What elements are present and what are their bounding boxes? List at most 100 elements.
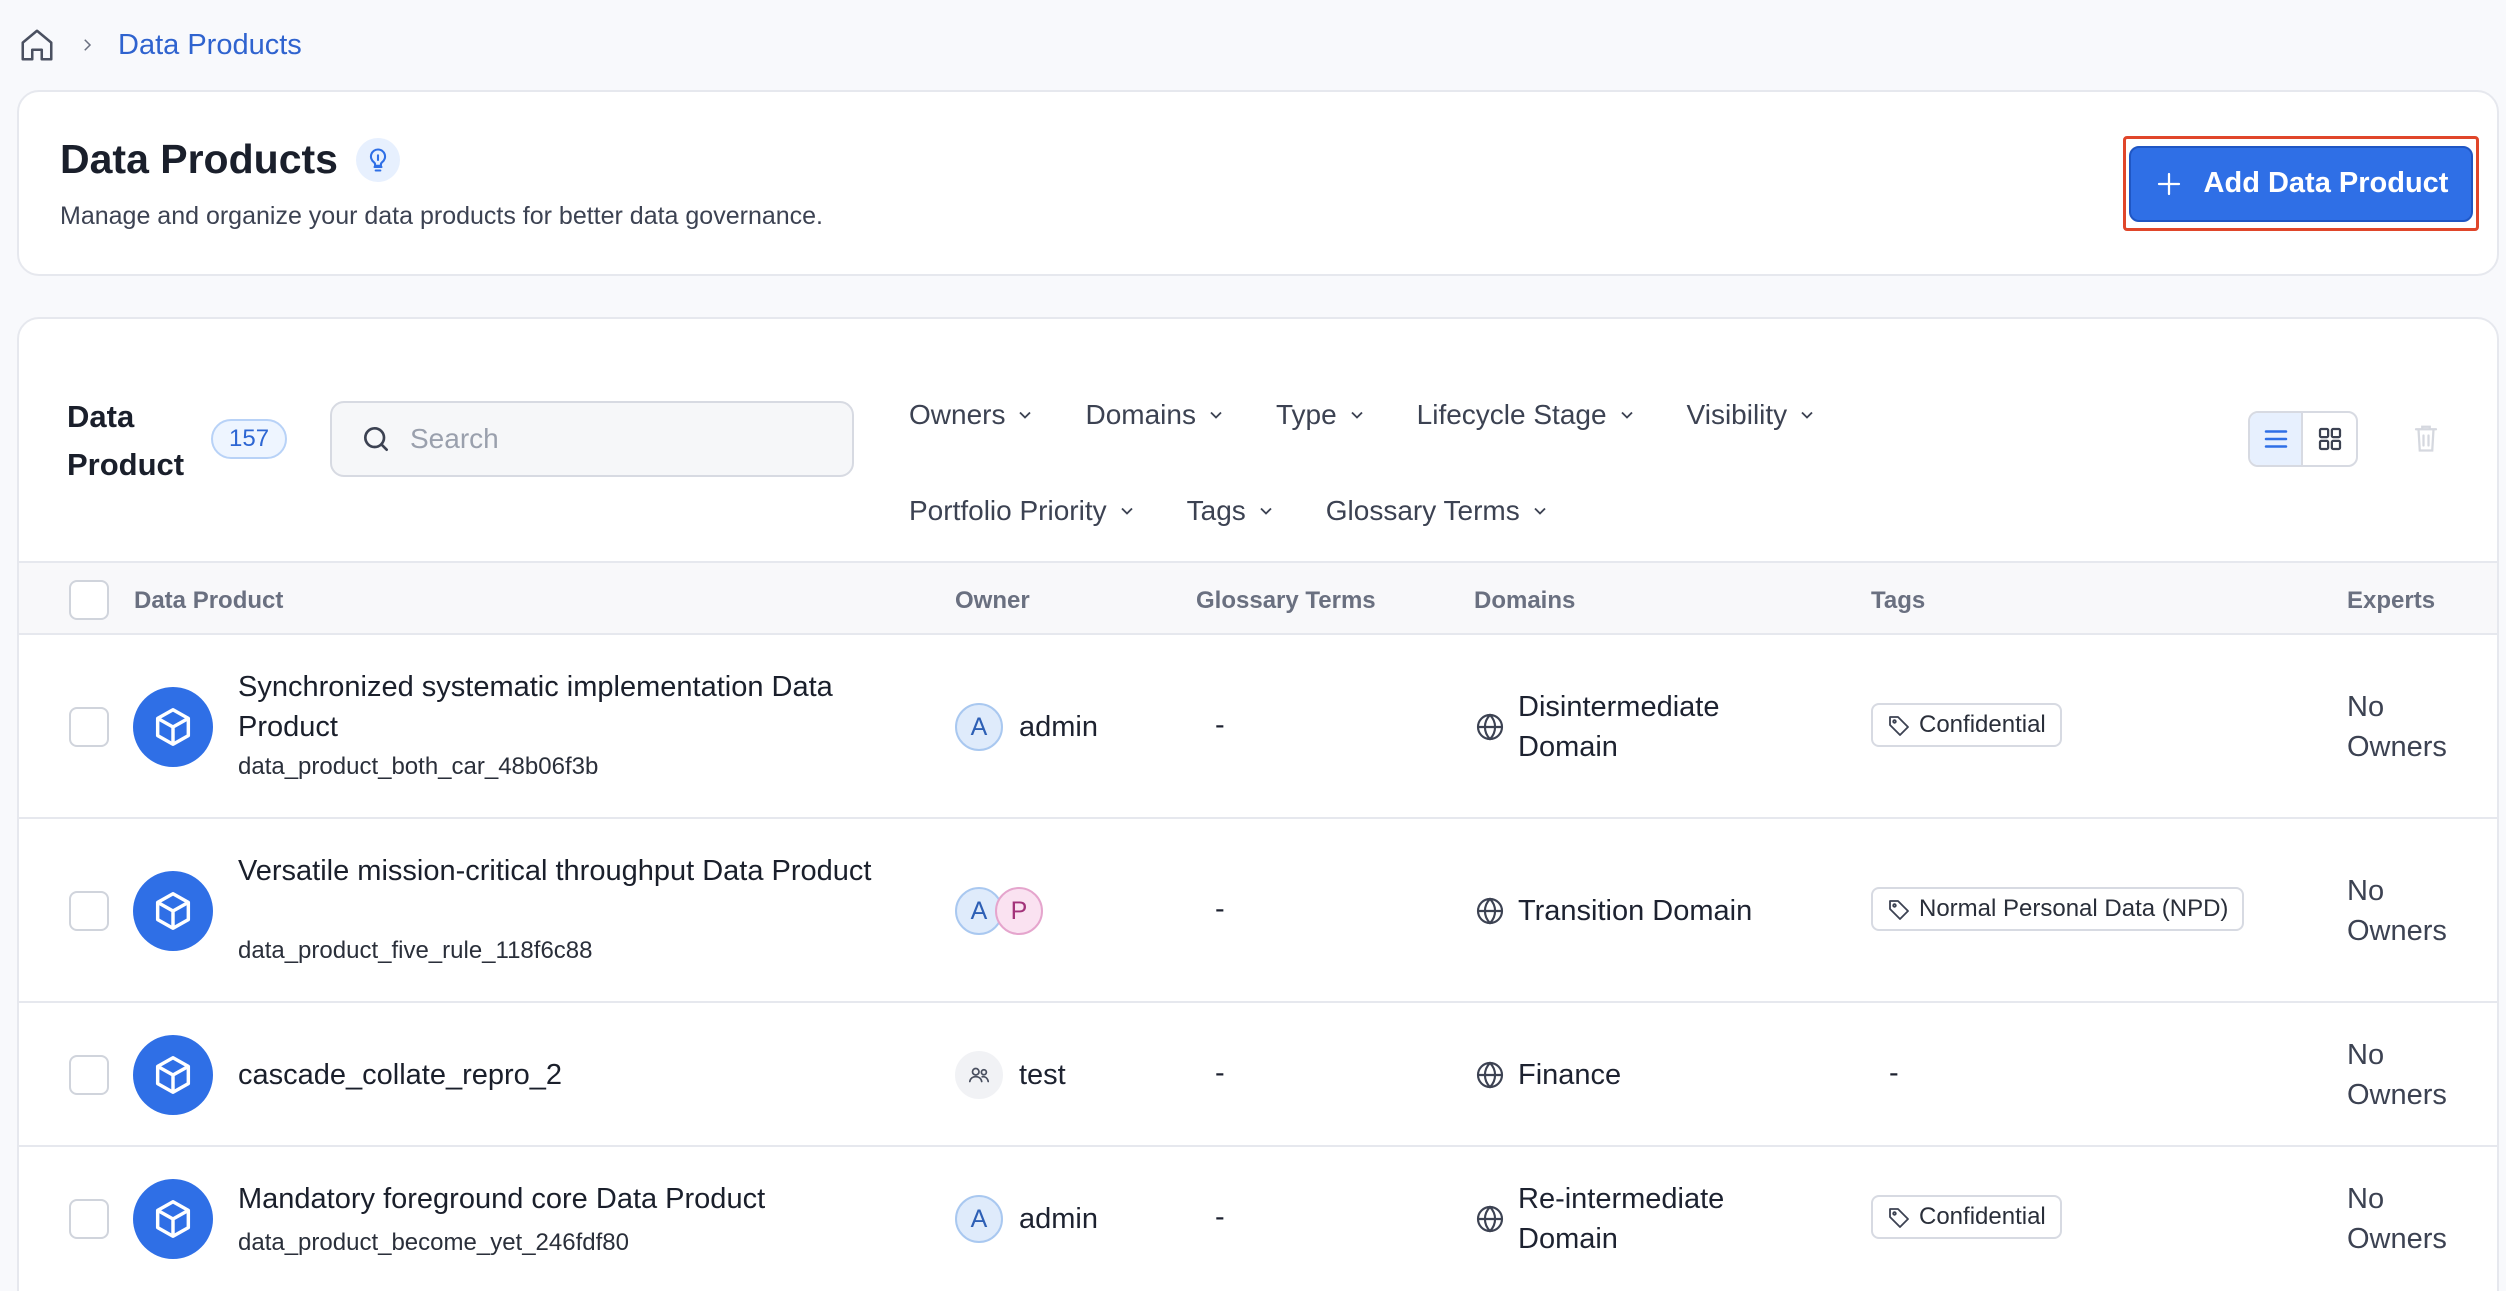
grid-view-icon[interactable] (2303, 413, 2356, 465)
chevron-down-icon (1210, 411, 1222, 419)
filter-type[interactable]: Type (1276, 399, 1367, 431)
add-data-product-button[interactable]: Add Data Product (2129, 145, 2473, 222)
data-product-name[interactable]: Synchronized systematic implementation D… (238, 667, 878, 747)
domain-name[interactable]: Disintermediate Domain (1518, 687, 1738, 767)
globe-icon (1474, 1203, 1506, 1235)
select-all-checkbox[interactable] (69, 580, 109, 620)
toolbar: Data Product 157 Owners Domains Type Lif… (19, 319, 2497, 561)
entity-label: Data Product (67, 399, 185, 482)
data-product-name[interactable]: Mandatory foreground core Data Product (238, 1179, 878, 1219)
filter-owners[interactable]: Owners (909, 399, 1035, 431)
chevron-down-icon (1620, 411, 1633, 419)
domain-cell: Transition Domain (1474, 891, 1752, 931)
filter-tags[interactable]: Tags (1187, 495, 1276, 527)
filter-portfolio-priority[interactable]: Portfolio Priority (909, 495, 1137, 527)
chevron-down-icon (1351, 411, 1363, 419)
filter-domains[interactable]: Domains (1085, 399, 1225, 431)
breadcrumb-data-products[interactable]: Data Products (118, 29, 302, 62)
owner-cell: A admin (955, 1195, 1098, 1243)
data-product-icon (133, 687, 213, 767)
tag-label: Confidential (1919, 711, 2046, 738)
domain-name[interactable]: Re-intermediate Domain (1518, 1179, 1758, 1259)
view-toggle (2248, 411, 2358, 467)
experts-value: No Owners (2347, 1039, 2447, 1111)
filter-visibility[interactable]: Visibility (1687, 399, 1818, 431)
avatar[interactable]: A (955, 703, 1003, 751)
add-button-label: Add Data Product (2203, 167, 2449, 199)
tag-label: Normal Personal Data (NPD) (1919, 895, 2229, 922)
list-view-icon[interactable] (2250, 413, 2304, 465)
filter-label: Lifecycle Stage (1416, 399, 1607, 430)
glossary-terms-value: - (1215, 709, 1225, 741)
chevron-down-icon (1260, 507, 1272, 515)
filter-glossary-terms[interactable]: Glossary Terms (1326, 495, 1550, 527)
search-input[interactable] (410, 423, 830, 455)
glossary-terms-value: - (1215, 1057, 1225, 1089)
chevron-down-icon (1120, 507, 1133, 515)
filter-lifecycle-stage[interactable]: Lifecycle Stage (1417, 399, 1637, 431)
team-icon[interactable] (955, 1051, 1003, 1099)
search-box[interactable] (330, 401, 854, 477)
column-header-data-product[interactable]: Data Product (134, 587, 283, 615)
chevron-right-icon (78, 36, 96, 54)
avatar-group: A P (955, 887, 1043, 935)
row-checkbox[interactable] (69, 707, 109, 747)
table-header: Data Product Owner Glossary Terms Domain… (19, 561, 2497, 635)
filter-label: Owners (909, 399, 1006, 430)
data-product-name[interactable]: cascade_collate_repro_2 (238, 1055, 878, 1095)
owner-name[interactable]: test (1019, 1059, 1066, 1092)
filter-label: Type (1275, 399, 1337, 430)
domain-cell: Finance (1474, 1055, 1621, 1095)
tag-chip[interactable]: Confidential (1871, 1195, 2062, 1239)
column-header-domains[interactable]: Domains (1474, 587, 1575, 615)
avatar[interactable]: P (995, 887, 1043, 935)
glossary-terms-value: - (1215, 893, 1225, 925)
data-products-table: Data Product Owner Glossary Terms Domain… (19, 561, 2497, 1291)
row-checkbox[interactable] (69, 891, 109, 931)
filters: Owners Domains Type Lifecycle Stage Visi… (909, 367, 1929, 559)
domain-name[interactable]: Transition Domain (1518, 891, 1752, 931)
chevron-down-icon (1019, 411, 1032, 419)
data-product-name[interactable]: Versatile mission-critical throughput Da… (238, 851, 878, 891)
row-checkbox[interactable] (69, 1199, 109, 1239)
owner-name[interactable]: admin (1019, 711, 1098, 744)
column-header-owner[interactable]: Owner (955, 587, 1030, 615)
data-product-icon (133, 1179, 213, 1259)
domain-cell: Re-intermediate Domain (1474, 1179, 1758, 1259)
owner-cell: A admin (955, 703, 1098, 751)
filter-label: Glossary Terms (1325, 495, 1520, 526)
tag-chip[interactable]: Normal Personal Data (NPD) (1871, 887, 2245, 931)
filter-label: Visibility (1686, 399, 1788, 430)
glossary-terms-value: - (1215, 1201, 1225, 1233)
globe-icon (1474, 711, 1506, 743)
data-product-id: data_product_five_rule_118f6c88 (238, 937, 593, 964)
search-icon (364, 427, 388, 451)
avatar[interactable]: A (955, 1195, 1003, 1243)
tag-icon (1889, 900, 1909, 920)
count-badge: 157 (211, 419, 288, 459)
owner-name[interactable]: admin (1019, 1203, 1098, 1236)
column-header-experts[interactable]: Experts (2347, 587, 2435, 615)
tags-value: - (1889, 1057, 1899, 1089)
column-header-tags[interactable]: Tags (1871, 587, 1925, 615)
tag-chip[interactable]: Confidential (1871, 703, 2062, 747)
data-product-id: data_product_both_car_48b06f3b (238, 753, 599, 780)
data-products-panel: Data Product 157 Owners Domains Type Lif… (17, 317, 2499, 1291)
table-row[interactable]: Synchronized systematic implementation D… (19, 635, 2497, 819)
data-product-icon (133, 1035, 213, 1115)
domain-name[interactable]: Finance (1518, 1055, 1621, 1095)
row-checkbox[interactable] (69, 1055, 109, 1095)
table-row[interactable]: Mandatory foreground core Data Product d… (19, 1147, 2497, 1291)
globe-icon (1474, 1059, 1506, 1091)
delete-icon[interactable] (2411, 421, 2441, 460)
table-row[interactable]: cascade_collate_repro_2 test - Finance -… (19, 1003, 2497, 1147)
column-header-glossary-terms[interactable]: Glossary Terms (1196, 587, 1376, 615)
table-row[interactable]: Versatile mission-critical throughput Da… (19, 819, 2497, 1003)
filter-label: Portfolio Priority (909, 495, 1107, 526)
experts-value: No Owners (2347, 875, 2447, 947)
home-icon[interactable] (18, 26, 56, 64)
data-product-icon (133, 871, 213, 951)
lightbulb-icon[interactable] (355, 137, 400, 182)
chevron-down-icon (1801, 411, 1813, 419)
owner-cell: A P (955, 887, 1043, 935)
